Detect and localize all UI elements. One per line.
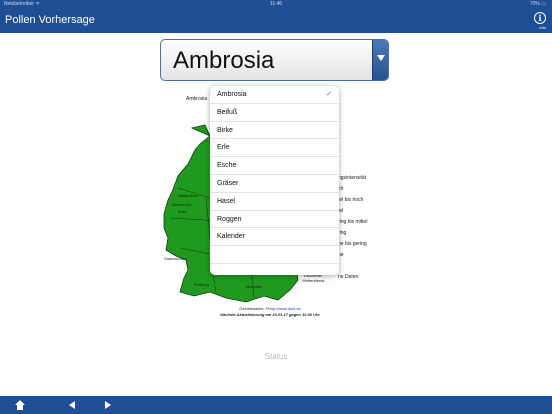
map-label-koeln: Köln [178,209,187,214]
dropdown-item-erle[interactable]: Erle [210,139,339,158]
dropdown-item-label: Erle [217,144,230,152]
dropdown-item-hasel[interactable]: Hasel [210,193,339,211]
navigation-bar: Pollen Vorhersage i Info [0,9,552,33]
dropdown-item-esche[interactable]: Esche [210,157,339,175]
bottom-toolbar [0,396,552,414]
map-source-note: Gebietsdaten: ©http://www.dwd.de [150,306,390,311]
legend-item [338,261,367,272]
checkmark-icon: ✓ [326,91,332,98]
source-link[interactable]: http://www.dwd.de [268,306,300,311]
page-title: Pollen Vorhersage [5,14,95,26]
dropdown-item-label: Gräser [217,179,239,187]
legend-item: tel [338,208,344,214]
picker-selected-value: Ambrosia [173,47,275,74]
back-arrow-shape [69,401,75,409]
dropdown-item-label: Kalender [217,233,246,241]
legend-item: ring bis mittel [338,219,368,225]
map-label-niederrhein: Niederrhein [178,193,199,198]
forward-arrow-icon[interactable] [102,399,114,411]
map-update-note: Nächste Aktualisierung am 24.01.17 gegen… [220,312,320,317]
legend-item: ne bis gering [338,241,367,247]
dropdown-item-ambrosia[interactable]: Ambrosia ✓ [210,86,339,104]
pollen-type-picker[interactable]: Ambrosia [160,39,389,81]
source-prefix: Gebietsdaten: © [239,306,269,311]
dropdown-item-label: Roggen [217,215,242,223]
chevron-down-icon [377,55,385,61]
dropdown-item-label: Ambrosia [217,91,247,98]
back-arrow-icon[interactable] [67,399,79,411]
dropdown-item-label: Birke [217,126,233,134]
legend-item: ring [338,230,347,236]
status-label: Status [264,352,288,361]
forward-arrow-shape [105,401,111,409]
home-icon[interactable] [14,399,26,411]
dropdown-item-label: Esche [217,162,237,170]
dropdown-item-kalender[interactable]: Kalender [210,228,339,247]
info-icon[interactable]: i [534,12,546,24]
map-label-saarbruecken: Saarbrücken [164,256,187,261]
clock: 11:46 [269,1,283,7]
map-label-muenchen: München [246,284,263,289]
dropdown-item-graeser[interactable]: Gräser [210,175,339,193]
dropdown-item-birke[interactable]: Birke [210,122,339,140]
picker-dropdown-button[interactable] [372,40,388,80]
map-label-freiburg: Freiburg [194,282,209,287]
legend-item: ne Daten [338,274,359,280]
pollen-type-dropdown: Ambrosia ✓ Beifuß Birke Erle Esche Gräse… [210,86,339,275]
legend-item: tel bis hoch [338,197,364,203]
dropdown-item-roggen[interactable]: Roggen [210,211,339,229]
map-legend: ngsintensität ch tel bis hoch tel ring b… [338,173,367,283]
home-icon-base [17,405,23,410]
map-label-duesseldorf: Düsseldorf [172,202,192,207]
legend-item: ngsintensität [338,175,367,181]
info-label[interactable]: Info [539,25,546,30]
battery-indicator: 70% ▭ [529,1,546,7]
dropdown-item-label: Hasel [217,197,235,205]
legend-item: ne [338,252,344,258]
dropdown-empty-row [210,246,339,264]
status-bar: Netzbetreiber ᯤ 11:46 70% ▭ [0,0,552,9]
map-label-wetterdienst-2: Wetterdienst [302,278,325,283]
legend-item: ch [338,186,344,192]
dropdown-item-beifuss[interactable]: Beifuß [210,104,339,122]
dropdown-item-label: Beifuß [217,108,238,116]
